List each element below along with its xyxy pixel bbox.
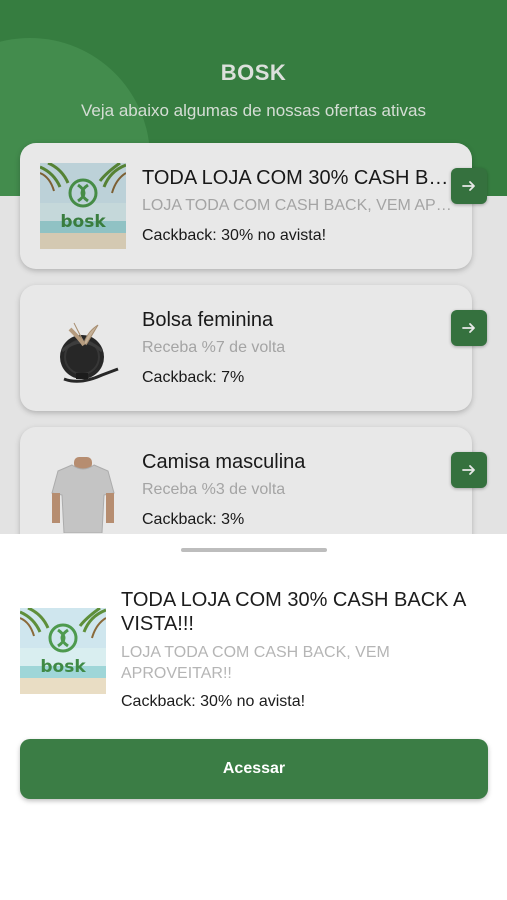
bosk-logo-text: bosk bbox=[60, 212, 106, 232]
offer-detail-sheet: bosk TODA LOJA COM 30% CASH BACK A VISTA… bbox=[0, 534, 507, 900]
offer-card-store-cashback[interactable]: bosk TODA LOJA COM 30% CASH BACK A VISTA… bbox=[20, 143, 472, 269]
page-subtitle: Veja abaixo algumas de nossas ofertas at… bbox=[81, 101, 426, 120]
bosk-logo-text: bosk bbox=[40, 657, 86, 677]
open-offer-handbag-button[interactable] bbox=[451, 310, 487, 346]
open-offer-store-cashback-button[interactable] bbox=[451, 168, 487, 204]
offers-screen: BOSK Veja abaixo algumas de nossas ofert… bbox=[0, 0, 507, 900]
offer-description: Receba %7 de volta bbox=[142, 339, 286, 356]
sheet-offer-cashback: Cackback: 30% no avista! bbox=[121, 693, 306, 710]
handbag-image bbox=[40, 305, 126, 391]
offer-title: Bolsa feminina bbox=[142, 309, 274, 331]
access-button[interactable]: Acessar bbox=[20, 739, 488, 799]
offer-description: Receba %3 de volta bbox=[142, 481, 286, 498]
offer-cashback: Cackback: 7% bbox=[142, 369, 245, 386]
bosk-logo-image: bosk bbox=[20, 608, 106, 694]
offer-cashback: Cackback: 30% no avista! bbox=[142, 227, 327, 244]
offer-cashback: Cackback: 3% bbox=[142, 511, 245, 528]
open-offer-tshirt-button[interactable] bbox=[451, 452, 487, 488]
arrow-right-icon bbox=[462, 465, 475, 475]
sheet-offer-description: LOJA TODA COM CASH BACK, VEM APROVEITAR!… bbox=[121, 644, 390, 682]
arrow-right-icon bbox=[462, 323, 475, 333]
tshirt-image bbox=[40, 447, 126, 533]
bosk-logo-image: bosk bbox=[40, 163, 126, 249]
arrow-right-icon bbox=[462, 181, 475, 191]
offer-card-handbag[interactable]: Bolsa feminina Receba %7 de volta Cackba… bbox=[20, 285, 472, 411]
offer-description: LOJA TODA COM CASH BACK, VEM APROVEITAR!… bbox=[142, 197, 452, 214]
offer-title: TODA LOJA COM 30% CASH BACK A VISTA!!! bbox=[142, 167, 452, 189]
sheet-drag-handle[interactable] bbox=[181, 548, 327, 552]
offer-title: Camisa masculina bbox=[142, 451, 306, 473]
sheet-offer-title: TODA LOJA COM 30% CASH BACK A VISTA!!! bbox=[121, 589, 466, 635]
app-title: BOSK bbox=[220, 60, 287, 85]
